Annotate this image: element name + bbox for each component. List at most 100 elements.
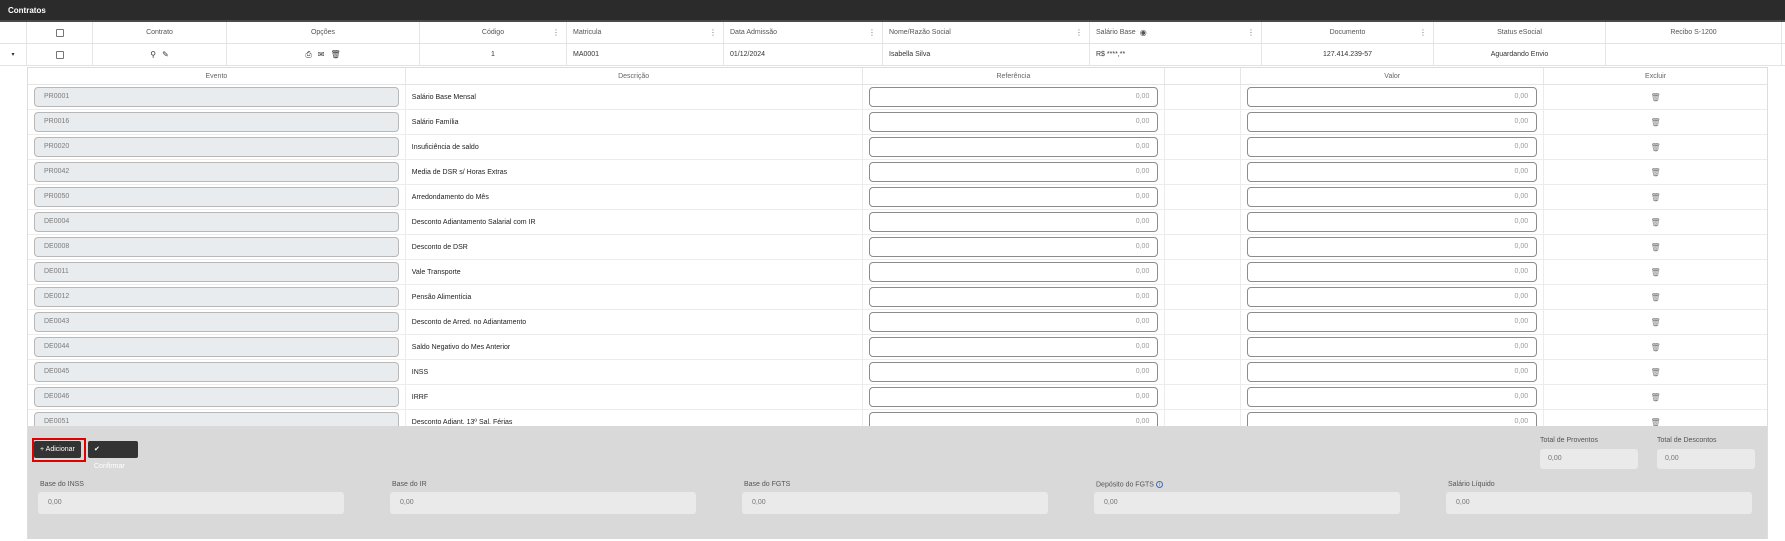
trash-icon[interactable]: 🗑 bbox=[1550, 393, 1761, 402]
header-nome[interactable]: Nome/Razão Social ⋮ bbox=[883, 22, 1090, 43]
expand-cell[interactable]: ▾ bbox=[0, 44, 27, 65]
row-checkbox[interactable] bbox=[55, 50, 64, 59]
trash-icon[interactable]: 🗑 bbox=[1550, 293, 1761, 302]
valor-cell: 0,00 bbox=[1241, 235, 1545, 259]
trash-icon[interactable]: 🗑 bbox=[1550, 218, 1761, 227]
trash-icon[interactable]: 🗑 bbox=[1550, 93, 1761, 102]
event-description: Saldo Negativo do Mes Anterior bbox=[406, 335, 863, 359]
trash-icon[interactable]: 🗑 bbox=[1550, 143, 1761, 152]
chevron-down-icon[interactable]: ▾ bbox=[11, 51, 14, 58]
referencia-input[interactable]: 0,00 bbox=[868, 312, 1159, 332]
trash-icon[interactable]: 🗑 bbox=[1550, 318, 1761, 327]
valor-input[interactable]: 0,00 bbox=[1247, 237, 1538, 257]
valor-input[interactable]: 0,00 bbox=[1247, 287, 1538, 307]
trash-icon[interactable]: 🗑 bbox=[1550, 118, 1761, 127]
blank-cell bbox=[1165, 210, 1242, 234]
valor-input[interactable]: 0,00 bbox=[1247, 337, 1538, 357]
trash-icon[interactable]: 🗑 bbox=[330, 50, 340, 59]
valor-cell: 0,00 bbox=[1241, 285, 1545, 309]
event-code-field: PR0001 bbox=[34, 87, 399, 107]
event-code-cell: PR0042 bbox=[28, 160, 406, 184]
valor-input[interactable]: 0,00 bbox=[1247, 137, 1538, 157]
header-contrato[interactable]: Contrato bbox=[93, 22, 227, 43]
header-codigo[interactable]: Código ⋮ bbox=[420, 22, 567, 43]
check-icon: ✔ bbox=[94, 446, 100, 453]
header-recibo[interactable]: Recibo S-1200 bbox=[1606, 22, 1782, 43]
referencia-cell: 0,00 bbox=[863, 260, 1166, 284]
info-icon[interactable]: i bbox=[1155, 481, 1163, 488]
trash-icon[interactable]: 🗑 bbox=[1550, 368, 1761, 377]
trash-icon[interactable]: 🗑 bbox=[1550, 168, 1761, 177]
referencia-cell: 0,00 bbox=[863, 360, 1166, 384]
add-button[interactable]: + Adicionar bbox=[34, 441, 81, 458]
referencia-input[interactable]: 0,00 bbox=[868, 87, 1159, 107]
referencia-input[interactable]: 0,00 bbox=[868, 362, 1159, 382]
event-row[interactable]: DE0044 Saldo Negativo do Mes Anterior 0,00… bbox=[28, 335, 1767, 360]
event-row[interactable]: DE0004 Desconto Adiantamento Salarial com… bbox=[28, 210, 1767, 235]
referencia-cell: 0,00 bbox=[863, 110, 1166, 134]
valor-input[interactable]: 0,00 bbox=[1247, 387, 1538, 407]
mail-icon[interactable]: ✉ bbox=[318, 50, 325, 59]
valor-input[interactable]: 0,00 bbox=[1247, 87, 1538, 107]
trash-icon[interactable]: 🗑 bbox=[1550, 268, 1761, 277]
valor-input[interactable]: 0,00 bbox=[1247, 362, 1538, 382]
contract-actions-cell: ⚲ ✎ bbox=[93, 44, 227, 65]
header-documento[interactable]: Documento ⋮ bbox=[1262, 22, 1434, 43]
select-all-checkbox[interactable] bbox=[55, 28, 64, 37]
header-status[interactable]: Status eSocial bbox=[1434, 22, 1606, 43]
valor-input[interactable]: 0,00 bbox=[1247, 262, 1538, 282]
confirm-button[interactable]: ✔ Confirmar bbox=[88, 441, 138, 470]
trash-icon[interactable]: 🗑 bbox=[1550, 243, 1761, 252]
event-description: Salário Base Mensal bbox=[406, 85, 863, 109]
edit-icon[interactable]: ✎ bbox=[162, 50, 169, 59]
referencia-input[interactable]: 0,00 bbox=[868, 237, 1159, 257]
more-vert-icon[interactable]: ⋮ bbox=[868, 28, 876, 37]
event-row[interactable]: DE0011 Vale Transporte 0,00 0,00 🗑 bbox=[28, 260, 1767, 285]
referencia-input[interactable]: 0,00 bbox=[868, 387, 1159, 407]
referencia-input[interactable]: 0,00 bbox=[868, 187, 1159, 207]
valor-input[interactable]: 0,00 bbox=[1247, 112, 1538, 132]
trash-icon[interactable]: 🗑 bbox=[1550, 193, 1761, 202]
valor-input[interactable]: 0,00 bbox=[1247, 162, 1538, 182]
event-row[interactable]: DE0046 IRRF 0,00 0,00 🗑 bbox=[28, 385, 1767, 410]
valor-input[interactable]: 0,00 bbox=[1247, 212, 1538, 232]
search-icon[interactable]: ⚲ bbox=[150, 50, 156, 59]
valor-cell: 0,00 bbox=[1241, 260, 1545, 284]
more-vert-icon[interactable]: ⋮ bbox=[552, 28, 560, 37]
valor-input[interactable]: 0,00 bbox=[1247, 187, 1538, 207]
event-row[interactable]: PR0016 Salário Família 0,00 0,00 🗑 bbox=[28, 110, 1767, 135]
header-data-admissao[interactable]: Data Admissão ⋮ bbox=[724, 22, 883, 43]
eye-icon[interactable]: ◉ bbox=[1140, 28, 1147, 37]
event-row[interactable]: PR0001 Salário Base Mensal 0,00 0,00 🗑 bbox=[28, 85, 1767, 110]
select-all-cell[interactable] bbox=[27, 22, 93, 43]
referencia-input[interactable]: 0,00 bbox=[868, 137, 1159, 157]
referencia-input[interactable]: 0,00 bbox=[868, 162, 1159, 182]
header-salario-base[interactable]: Salário Base ◉ ⋮ bbox=[1090, 22, 1262, 43]
more-vert-icon[interactable]: ⋮ bbox=[709, 28, 717, 37]
more-vert-icon[interactable]: ⋮ bbox=[1247, 28, 1255, 37]
event-row[interactable]: DE0012 Pensão Alimentícia 0,00 0,00 🗑 bbox=[28, 285, 1767, 310]
event-code-cell: DE0008 bbox=[28, 235, 406, 259]
base-ir-value: 0,00 bbox=[390, 492, 696, 514]
header-matricula[interactable]: Matricula ⋮ bbox=[567, 22, 724, 43]
valor-input[interactable]: 0,00 bbox=[1247, 312, 1538, 332]
row-select-cell[interactable] bbox=[27, 44, 93, 65]
referencia-input[interactable]: 0,00 bbox=[868, 287, 1159, 307]
referencia-input[interactable]: 0,00 bbox=[868, 262, 1159, 282]
referencia-input[interactable]: 0,00 bbox=[868, 112, 1159, 132]
events-header-row: Evento Descrição Referência Valor Exclui… bbox=[28, 68, 1767, 85]
event-row[interactable]: DE0043 Desconto de Arred. no Adiantamento… bbox=[28, 310, 1767, 335]
referencia-input[interactable]: 0,00 bbox=[868, 212, 1159, 232]
contract-row[interactable]: ▾ ⚲ ✎ ⎙ ✉ 🗑 1 MA0001 01/12/2024 Isabella… bbox=[0, 44, 1785, 66]
event-row[interactable]: PR0020 Insuficiência de saldo 0,00 0,00 🗑 bbox=[28, 135, 1767, 160]
event-row[interactable]: DE0008 Desconto de DSR 0,00 0,00 🗑 bbox=[28, 235, 1767, 260]
print-icon[interactable]: ⎙ bbox=[305, 50, 311, 60]
trash-icon[interactable]: 🗑 bbox=[1550, 343, 1761, 352]
event-row[interactable]: DE0045 INSS 0,00 0,00 🗑 bbox=[28, 360, 1767, 385]
referencia-input[interactable]: 0,00 bbox=[868, 337, 1159, 357]
valor-cell: 0,00 bbox=[1241, 335, 1545, 359]
event-row[interactable]: PR0050 Arredondamento do Mês 0,00 0,00 🗑 bbox=[28, 185, 1767, 210]
more-vert-icon[interactable]: ⋮ bbox=[1419, 28, 1427, 37]
event-row[interactable]: PR0042 Media de DSR s/ Horas Extras 0,00 0,… bbox=[28, 160, 1767, 185]
more-vert-icon[interactable]: ⋮ bbox=[1075, 28, 1083, 37]
